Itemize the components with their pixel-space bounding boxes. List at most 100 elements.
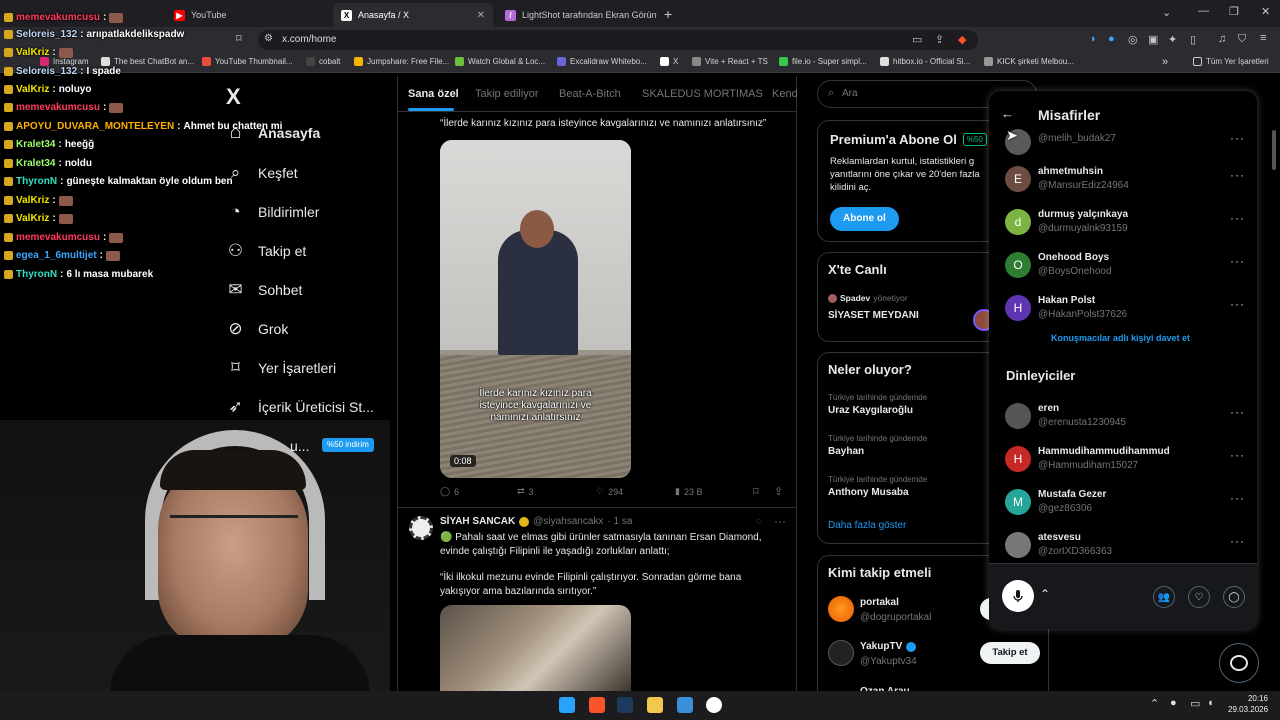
- panel-scrollbar[interactable]: [1272, 130, 1276, 170]
- x-logo-icon[interactable]: X: [226, 84, 241, 110]
- participant-row[interactable]: d durmuş yalçınkaya @durmuyalnk93159 ···: [1005, 207, 1245, 241]
- bookmark-icon[interactable]: ⌑: [753, 485, 759, 498]
- more-icon[interactable]: ···: [774, 514, 786, 528]
- reply-button[interactable]: ◯ 6: [440, 486, 459, 497]
- grok-icon[interactable]: ◌: [756, 516, 762, 527]
- bookmark-instagram[interactable]: Instagram: [40, 57, 89, 66]
- volume-icon[interactable]: ◖: [1207, 697, 1214, 709]
- author-handle[interactable]: @siyahsancakx: [533, 516, 603, 527]
- participant-row[interactable]: eren @erenusta1230945 ···: [1005, 401, 1245, 435]
- more-icon[interactable]: ···: [1230, 131, 1245, 145]
- site-info-icon[interactable]: ⚙: [264, 33, 273, 44]
- avatar[interactable]: O: [1005, 252, 1031, 278]
- maximize-icon[interactable]: ❐: [1229, 5, 1239, 18]
- trend-item[interactable]: Türkiye tarihinde gündemde Bayhan: [828, 434, 1008, 457]
- nav-item-bookmark[interactable]: ⌑ Yer İşaretleri: [227, 358, 336, 377]
- more-bookmarks-button[interactable]: »: [1162, 56, 1168, 68]
- nav-item-bell[interactable]: ◔ Bildirimler: [227, 202, 319, 221]
- bookmark-chatbot[interactable]: The best ChatBot an...: [101, 57, 194, 66]
- bookmark-watch-global[interactable]: Watch Global & Loc...: [455, 57, 545, 66]
- extension-icon[interactable]: ▣: [1148, 33, 1158, 46]
- avatar[interactable]: d: [1005, 209, 1031, 235]
- nav-item-grok[interactable]: ⊘ Grok: [227, 319, 288, 338]
- tab-youtube[interactable]: ▶ YouTube: [166, 3, 330, 27]
- media-icon[interactable]: ♫: [1218, 33, 1226, 45]
- avatar[interactable]: H: [1005, 295, 1031, 321]
- repost-button[interactable]: ⇄ 3: [517, 486, 534, 497]
- participant-row[interactable]: H Hakan Polst @HakanPolst37626 ···: [1005, 293, 1245, 327]
- space-title[interactable]: SİYASET MEYDANI: [828, 310, 919, 321]
- author-name[interactable]: SİYAH SANCAK: [440, 516, 515, 527]
- more-icon[interactable]: ···: [1230, 448, 1245, 462]
- nav-item-person-add[interactable]: ⚇ Takip et: [227, 241, 306, 260]
- avatar[interactable]: [1005, 403, 1031, 429]
- brave-shield-icon[interactable]: ◆: [958, 33, 966, 46]
- bookmark-fileio[interactable]: file.io - Super simpl...: [779, 57, 867, 66]
- tab-list-3[interactable]: Kend: [772, 88, 798, 100]
- chevron-up-icon[interactable]: ⌃: [1040, 587, 1050, 601]
- show-more-link[interactable]: Daha fazla göster: [828, 520, 906, 531]
- participant-row[interactable]: Eahmetmuhsin @MansurEdiz24964 ···: [1005, 164, 1245, 198]
- bookmark-x[interactable]: X: [660, 57, 678, 66]
- url-field[interactable]: x.com/home: [258, 30, 978, 50]
- like-button[interactable]: ♡ 294: [596, 486, 623, 497]
- all-bookmarks-button[interactable]: Tüm Yer İşaretleri: [1193, 57, 1269, 66]
- trend-item[interactable]: Türkiye tarihinde gündemde Anthony Musab…: [828, 475, 1008, 498]
- views-button[interactable]: ▮ 23 B: [675, 486, 702, 497]
- tab-list-1[interactable]: Beat-A-Bitch: [559, 88, 621, 100]
- messages-fab[interactable]: [1219, 643, 1259, 683]
- nav-item-mail[interactable]: ✉ Sohbet: [227, 280, 302, 299]
- more-icon[interactable]: ···: [1230, 211, 1245, 225]
- avatar[interactable]: E: [1005, 166, 1031, 192]
- more-icon[interactable]: ···: [1230, 491, 1245, 505]
- avatar[interactable]: [409, 516, 433, 540]
- app-icon[interactable]: [677, 697, 693, 713]
- reaction-button[interactable]: ♡: [1188, 586, 1210, 608]
- tab-for-you[interactable]: Sana özel: [408, 88, 459, 100]
- bookmark-excalidraw[interactable]: Excalidraw Whitebo...: [557, 57, 647, 66]
- close-window-icon[interactable]: ✕: [1261, 5, 1270, 18]
- windows-start-icon[interactable]: [559, 697, 575, 713]
- more-icon[interactable]: ···: [1230, 405, 1245, 419]
- brave-browser-icon[interactable]: [589, 697, 605, 713]
- extension-icon[interactable]: ●: [1108, 33, 1115, 45]
- menu-icon[interactable]: ≡: [1260, 32, 1266, 44]
- vpn-icon[interactable]: ⛉: [1238, 33, 1246, 46]
- tab-following[interactable]: Takip ediliyor: [475, 88, 539, 100]
- nav-item-search[interactable]: ⌕ Keşfet: [227, 163, 298, 182]
- premium-nav-partial[interactable]: u...: [290, 438, 309, 454]
- avatar[interactable]: M: [1005, 489, 1031, 515]
- clock-date[interactable]: 29.03.2026: [1228, 705, 1268, 714]
- participant-row[interactable]: @melih_budak27 ···: [1005, 127, 1245, 161]
- tweet-time[interactable]: · 1 sa: [607, 516, 632, 527]
- bookmark-star-icon[interactable]: ⌑: [236, 32, 242, 45]
- audio-playing-icon[interactable]: ◗: [1090, 33, 1097, 45]
- suggest-name[interactable]: YakupTV: [860, 641, 902, 652]
- subscribe-button[interactable]: Abone ol: [830, 207, 899, 231]
- bookmark-jumpshare[interactable]: Jumpshare: Free File...: [354, 57, 449, 66]
- obs-icon[interactable]: [706, 697, 722, 713]
- bookmark-youtube-thumbnail[interactable]: YouTube Thumbnail...: [202, 57, 293, 66]
- minimize-icon[interactable]: —: [1198, 5, 1209, 17]
- bookmark-vite[interactable]: Vite + React + TS: [692, 57, 768, 66]
- more-icon[interactable]: ···: [1230, 168, 1245, 182]
- participant-row[interactable]: M Mustafa Gezer @gez86306 ···: [1005, 487, 1245, 521]
- tab-list-2[interactable]: SKALEDUS MORTIMAS: [642, 88, 763, 100]
- bookmark-kick[interactable]: KICK şirketi Melbou...: [984, 57, 1074, 66]
- participant-row[interactable]: O Onehood Boys @BoysOnehood ···: [1005, 250, 1245, 284]
- participant-row[interactable]: H Hammudihammudihammud @Hammudiham15027 ···: [1005, 444, 1245, 478]
- avatar[interactable]: H: [1005, 446, 1031, 472]
- network-icon[interactable]: ▭: [1190, 697, 1200, 710]
- mic-tray-icon[interactable]: ●: [1170, 697, 1177, 709]
- bookmark-hitbox[interactable]: hitbox.io - Official Si...: [880, 57, 970, 66]
- steam-icon[interactable]: [617, 697, 633, 713]
- close-tab-icon[interactable]: ✕: [477, 10, 485, 21]
- invite-speakers-link[interactable]: Konuşmacılar adlı kişiyi davet et: [1051, 333, 1190, 343]
- cast-icon[interactable]: ▭: [912, 33, 922, 46]
- new-tab-button[interactable]: +: [664, 6, 672, 22]
- bookmark-cobalt[interactable]: cobalt: [306, 57, 340, 66]
- avatar[interactable]: [828, 596, 854, 622]
- microphone-button[interactable]: [1002, 580, 1034, 612]
- tray-chevron-icon[interactable]: ⌃: [1150, 697, 1159, 710]
- tab-search-icon[interactable]: ⌄: [1162, 6, 1171, 19]
